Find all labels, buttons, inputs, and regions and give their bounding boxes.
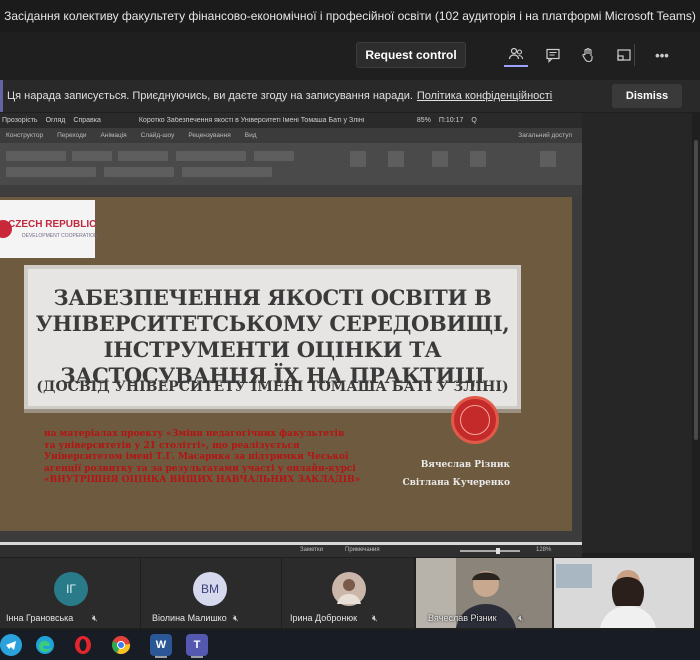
mic-muted-icon: 🔇︎ [92,613,98,623]
ribbon-tab[interactable]: Слайд-шоу [141,132,175,139]
czech-logo-subtext: DEVELOPMENT COOPERATION [22,233,98,239]
teams-icon[interactable]: T [186,634,208,656]
recording-banner: Ця нарада записується. Приєднуючись, ви … [0,80,700,112]
slide-title-panel-edge [24,409,521,413]
ppt-search-icon[interactable]: Q [471,117,476,124]
share-tray-icon[interactable] [612,43,636,67]
raise-hand-icon[interactable] [576,43,600,67]
chat-icon[interactable] [541,43,565,67]
ppt-clock: П:10:17 [438,117,464,124]
zoom-slider-thumb[interactable] [496,548,500,554]
participant-name: Ірина Добронюк [290,613,358,623]
ppt-menu-item[interactable]: Справка [73,117,100,124]
slide-description: на матеріалах проекту «Зміни педагогічни… [44,429,374,487]
ppt-title-bar: Прозорість Огляд Справка Коротко Забезпе… [0,113,582,128]
avatar-photo [332,572,366,606]
description-line: агенції розвитку та за результатами учас… [44,463,356,474]
design-ideas-icon[interactable] [540,151,556,167]
control-divider [634,44,635,66]
windows-taskbar [0,630,700,660]
slide-authors: Вячеслав Різник Світлана Кучеренко [400,456,510,492]
ppt-ribbon-tabs: Конструктор Переходи Анімація Слайд-шоу … [0,128,582,143]
ppt-zoom-readout: 85% [416,117,431,124]
people-icon[interactable] [504,43,528,67]
mic-muted-icon: 🔇︎ [372,613,378,623]
meeting-title-bar: Засідання колективу факультету фінансово… [0,0,700,32]
ribbon-control[interactable] [6,167,96,177]
telegram-icon[interactable] [0,634,22,656]
notes-button[interactable]: Заметки [300,547,323,553]
mic-muted-icon: 🔇︎ [518,613,524,623]
slide-title-line: УНІВЕРСИТЕТСЬКОМУ СЕРЕДОВИЩІ, [35,311,510,336]
ribbon-tab[interactable]: Вид [245,132,257,139]
description-line: Університетом імені Т.Г. Масарика за під… [44,452,349,463]
ribbon-control[interactable] [72,151,112,161]
share-access-button[interactable]: Загальний доступ [518,132,572,139]
ribbon-control[interactable] [118,151,168,161]
meeting-title: Засідання колективу факультету фінансово… [4,9,696,23]
avatar: ВМ [193,572,227,606]
slide-title-line: ЗАБЕЗПЕЧЕННЯ ЯКОСТІ ОСВІТИ В [53,285,492,310]
slide-title: ЗАБЕЗПЕЧЕННЯ ЯКОСТІ ОСВІТИ В УНІВЕРСИТЕТ… [24,285,521,389]
request-control-button[interactable]: Request control [356,42,466,68]
participant-name: Інна Грановська [6,613,74,623]
description-line: на матеріалах проекту «Зміни педагогічни… [44,429,345,439]
recording-notice-text: Ця нарада записується. Приєднуючись, ви … [7,90,413,102]
description-line: «ВНУТРІШНЯ ОЦІНКА ВИЩИХ НАВЧАЛЬНИХ ЗАКЛА… [44,475,361,486]
slide-title-line: ІНСТРУМЕНТИ ОЦІНКИ ТА [103,337,442,362]
ribbon-control[interactable] [6,151,66,161]
ppt-ribbon [0,143,582,185]
ribbon-control[interactable] [182,167,272,177]
comments-button[interactable]: Примечания [345,547,380,553]
zoom-percent: 128% [536,547,552,553]
privacy-policy-link[interactable]: Політика конфіденційності [417,90,552,102]
ribbon-tab[interactable]: Переходи [57,132,86,139]
university-seal-ring [460,405,490,435]
ribbon-tab[interactable]: Рецензування [188,132,230,139]
author-name: Вячеслав Різник [420,460,510,470]
slide-subtitle: (ДОСВІД УНІВЕРСИТЕТУ ІМЕНІ ТОМАША БАТІ У… [36,379,509,395]
ppt-menu-item[interactable]: Огляд [46,117,66,124]
ppt-doc-title: Коротко Забезпечення якості в Університе… [138,117,365,124]
dismiss-button[interactable]: Dismiss [612,84,682,108]
share-scroll-thumb[interactable] [694,140,698,440]
ribbon-control[interactable] [104,167,174,177]
opera-icon[interactable] [72,634,94,656]
ribbon-tab[interactable]: Конструктор [6,132,43,139]
ribbon-control[interactable] [254,151,294,161]
participant-video[interactable] [554,558,694,628]
more-icon[interactable]: ••• [650,43,674,67]
find-icon[interactable] [470,151,486,167]
participant-name: Вячеслав Різник [428,613,497,623]
author-name: Світлана Кучеренко [402,478,510,488]
zoom-slider[interactable] [460,550,520,552]
ribbon-control[interactable] [176,151,246,161]
shapes-icon[interactable] [350,151,366,167]
czech-logo-text: CZECH REPUBLIC [8,219,97,230]
styles-icon[interactable] [432,151,448,167]
avatar: ІГ [54,572,88,606]
ppt-ribbon-footer [0,185,582,195]
active-app-indicator [191,656,203,658]
ribbon-tab[interactable]: Анімація [101,132,127,139]
description-line: та університетів у 21 столітті», що реал… [44,440,300,451]
edge-icon[interactable] [34,634,56,656]
participant-name: Віолина Малишко [152,613,227,623]
ppt-menu-item[interactable]: Прозорість [2,117,38,124]
chrome-icon[interactable] [110,634,132,656]
word-icon[interactable]: W [150,634,172,656]
mic-muted-icon: 🔇︎ [233,613,239,623]
arrange-icon[interactable] [388,151,404,167]
active-app-indicator [155,656,167,658]
